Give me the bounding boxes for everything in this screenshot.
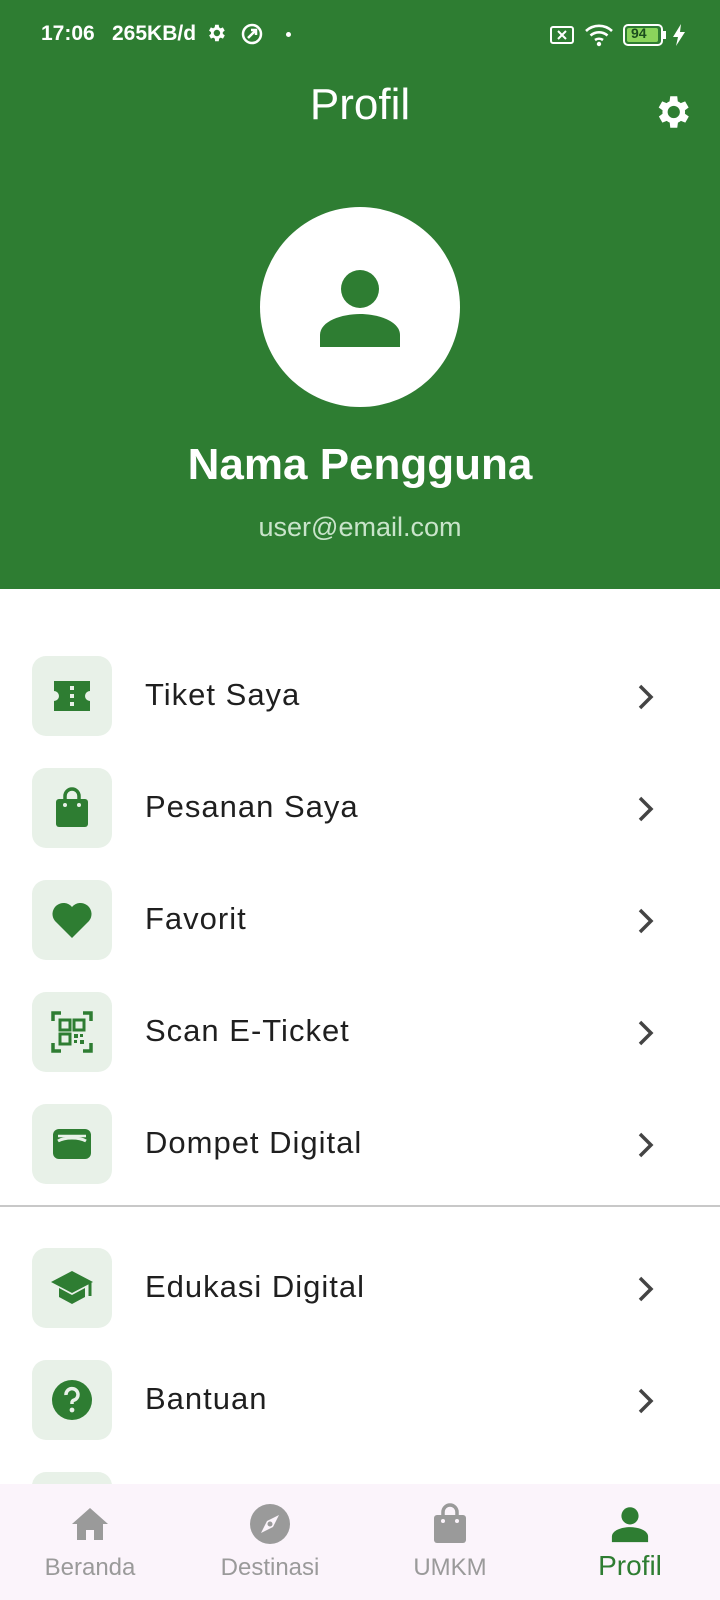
menu-label: Edukasi Digital xyxy=(145,1269,366,1304)
nav-label: Beranda xyxy=(44,1554,136,1581)
status-time: 17:06 xyxy=(41,22,95,45)
menu-item-dompet-digital[interactable]: Dompet Digital xyxy=(0,1088,720,1200)
menu-label: Bantuan xyxy=(145,1381,268,1416)
menu-label: Pesanan Saya xyxy=(145,789,359,824)
menu-label: Dompet Digital xyxy=(145,1125,363,1160)
battery-level: 94 xyxy=(631,25,647,41)
qr-scan-icon xyxy=(51,1011,93,1053)
menu-icon-tile xyxy=(32,656,112,736)
menu-icon-tile xyxy=(32,1360,112,1440)
menu-icon-tile xyxy=(32,992,112,1072)
chevron-right-icon xyxy=(638,908,654,934)
nav-icon xyxy=(428,1502,472,1546)
menu-item-bantuan[interactable]: Bantuan xyxy=(0,1344,720,1456)
chevron-right-icon xyxy=(638,1276,654,1302)
person-icon xyxy=(611,1507,649,1543)
section-divider xyxy=(0,1205,720,1207)
menu-item-edukasi-digital[interactable]: Edukasi Digital xyxy=(0,1232,720,1344)
nav-item-destinasi[interactable]: Destinasi xyxy=(180,1484,360,1600)
settings-icon xyxy=(658,96,689,128)
settings-button[interactable] xyxy=(648,88,696,136)
menu-label: Tiket Saya xyxy=(145,677,301,712)
data-saver-icon xyxy=(241,23,263,45)
chevron-right-icon xyxy=(638,1132,654,1158)
home-icon xyxy=(72,1508,108,1540)
profile-header: 17:06 265KB/d 94 Profil Nama Pengguna us… xyxy=(0,0,720,589)
nav-icon xyxy=(248,1502,292,1546)
menu-icon-tile xyxy=(32,1104,112,1184)
menu-item-favorit[interactable]: Favorit xyxy=(0,864,720,976)
shopping-bag-icon xyxy=(56,787,88,827)
chevron-right-icon xyxy=(638,796,654,822)
nav-icon xyxy=(68,1502,112,1546)
nav-icon xyxy=(608,1502,652,1546)
avatar[interactable] xyxy=(260,207,460,407)
page-title: Profil xyxy=(309,80,411,129)
menu-label: Scan E-Ticket xyxy=(145,1013,350,1048)
graduation-cap-icon xyxy=(51,1271,93,1304)
nav-label: UMKM xyxy=(413,1554,487,1581)
ticket-icon xyxy=(54,681,90,711)
notification-dot xyxy=(286,32,291,37)
wifi-icon xyxy=(585,24,613,47)
menu-label: Favorit xyxy=(145,901,247,936)
charging-icon xyxy=(673,24,685,46)
chevron-right-icon xyxy=(638,1020,654,1046)
menu-item-pesanan-saya[interactable]: Pesanan Saya xyxy=(0,752,720,864)
heart-icon xyxy=(52,902,92,938)
nav-item-umkm[interactable]: UMKM xyxy=(360,1484,540,1600)
wallet-icon xyxy=(53,1129,91,1159)
menu-item-scan-e-ticket[interactable]: Scan E-Ticket xyxy=(0,976,720,1088)
menu-icon-tile xyxy=(32,768,112,848)
status-network-speed: 265KB/d xyxy=(112,22,197,45)
no-sim-icon xyxy=(550,26,574,44)
nav-item-beranda[interactable]: Beranda xyxy=(0,1484,180,1600)
menu-icon-tile xyxy=(32,1248,112,1328)
compass-icon xyxy=(250,1504,290,1544)
status-bar: 17:06 265KB/d 94 xyxy=(0,0,720,70)
settings-status-icon xyxy=(209,24,225,42)
menu-item-tiket-saya[interactable]: Tiket Saya xyxy=(0,640,720,752)
nav-label: Destinasi xyxy=(220,1554,320,1581)
bottom-navigation: Beranda Destinasi UMKM Profil xyxy=(0,1484,720,1600)
user-email: user@email.com xyxy=(258,512,462,542)
user-name: Nama Pengguna xyxy=(187,440,533,489)
chevron-right-icon xyxy=(638,1388,654,1414)
chevron-right-icon xyxy=(638,684,654,710)
nav-label: Profil xyxy=(598,1550,662,1581)
nav-item-profil[interactable]: Profil xyxy=(540,1484,720,1600)
shopping-bag-icon xyxy=(434,1503,466,1543)
person-icon xyxy=(320,270,400,347)
help-icon xyxy=(52,1380,92,1420)
menu-icon-tile xyxy=(32,880,112,960)
